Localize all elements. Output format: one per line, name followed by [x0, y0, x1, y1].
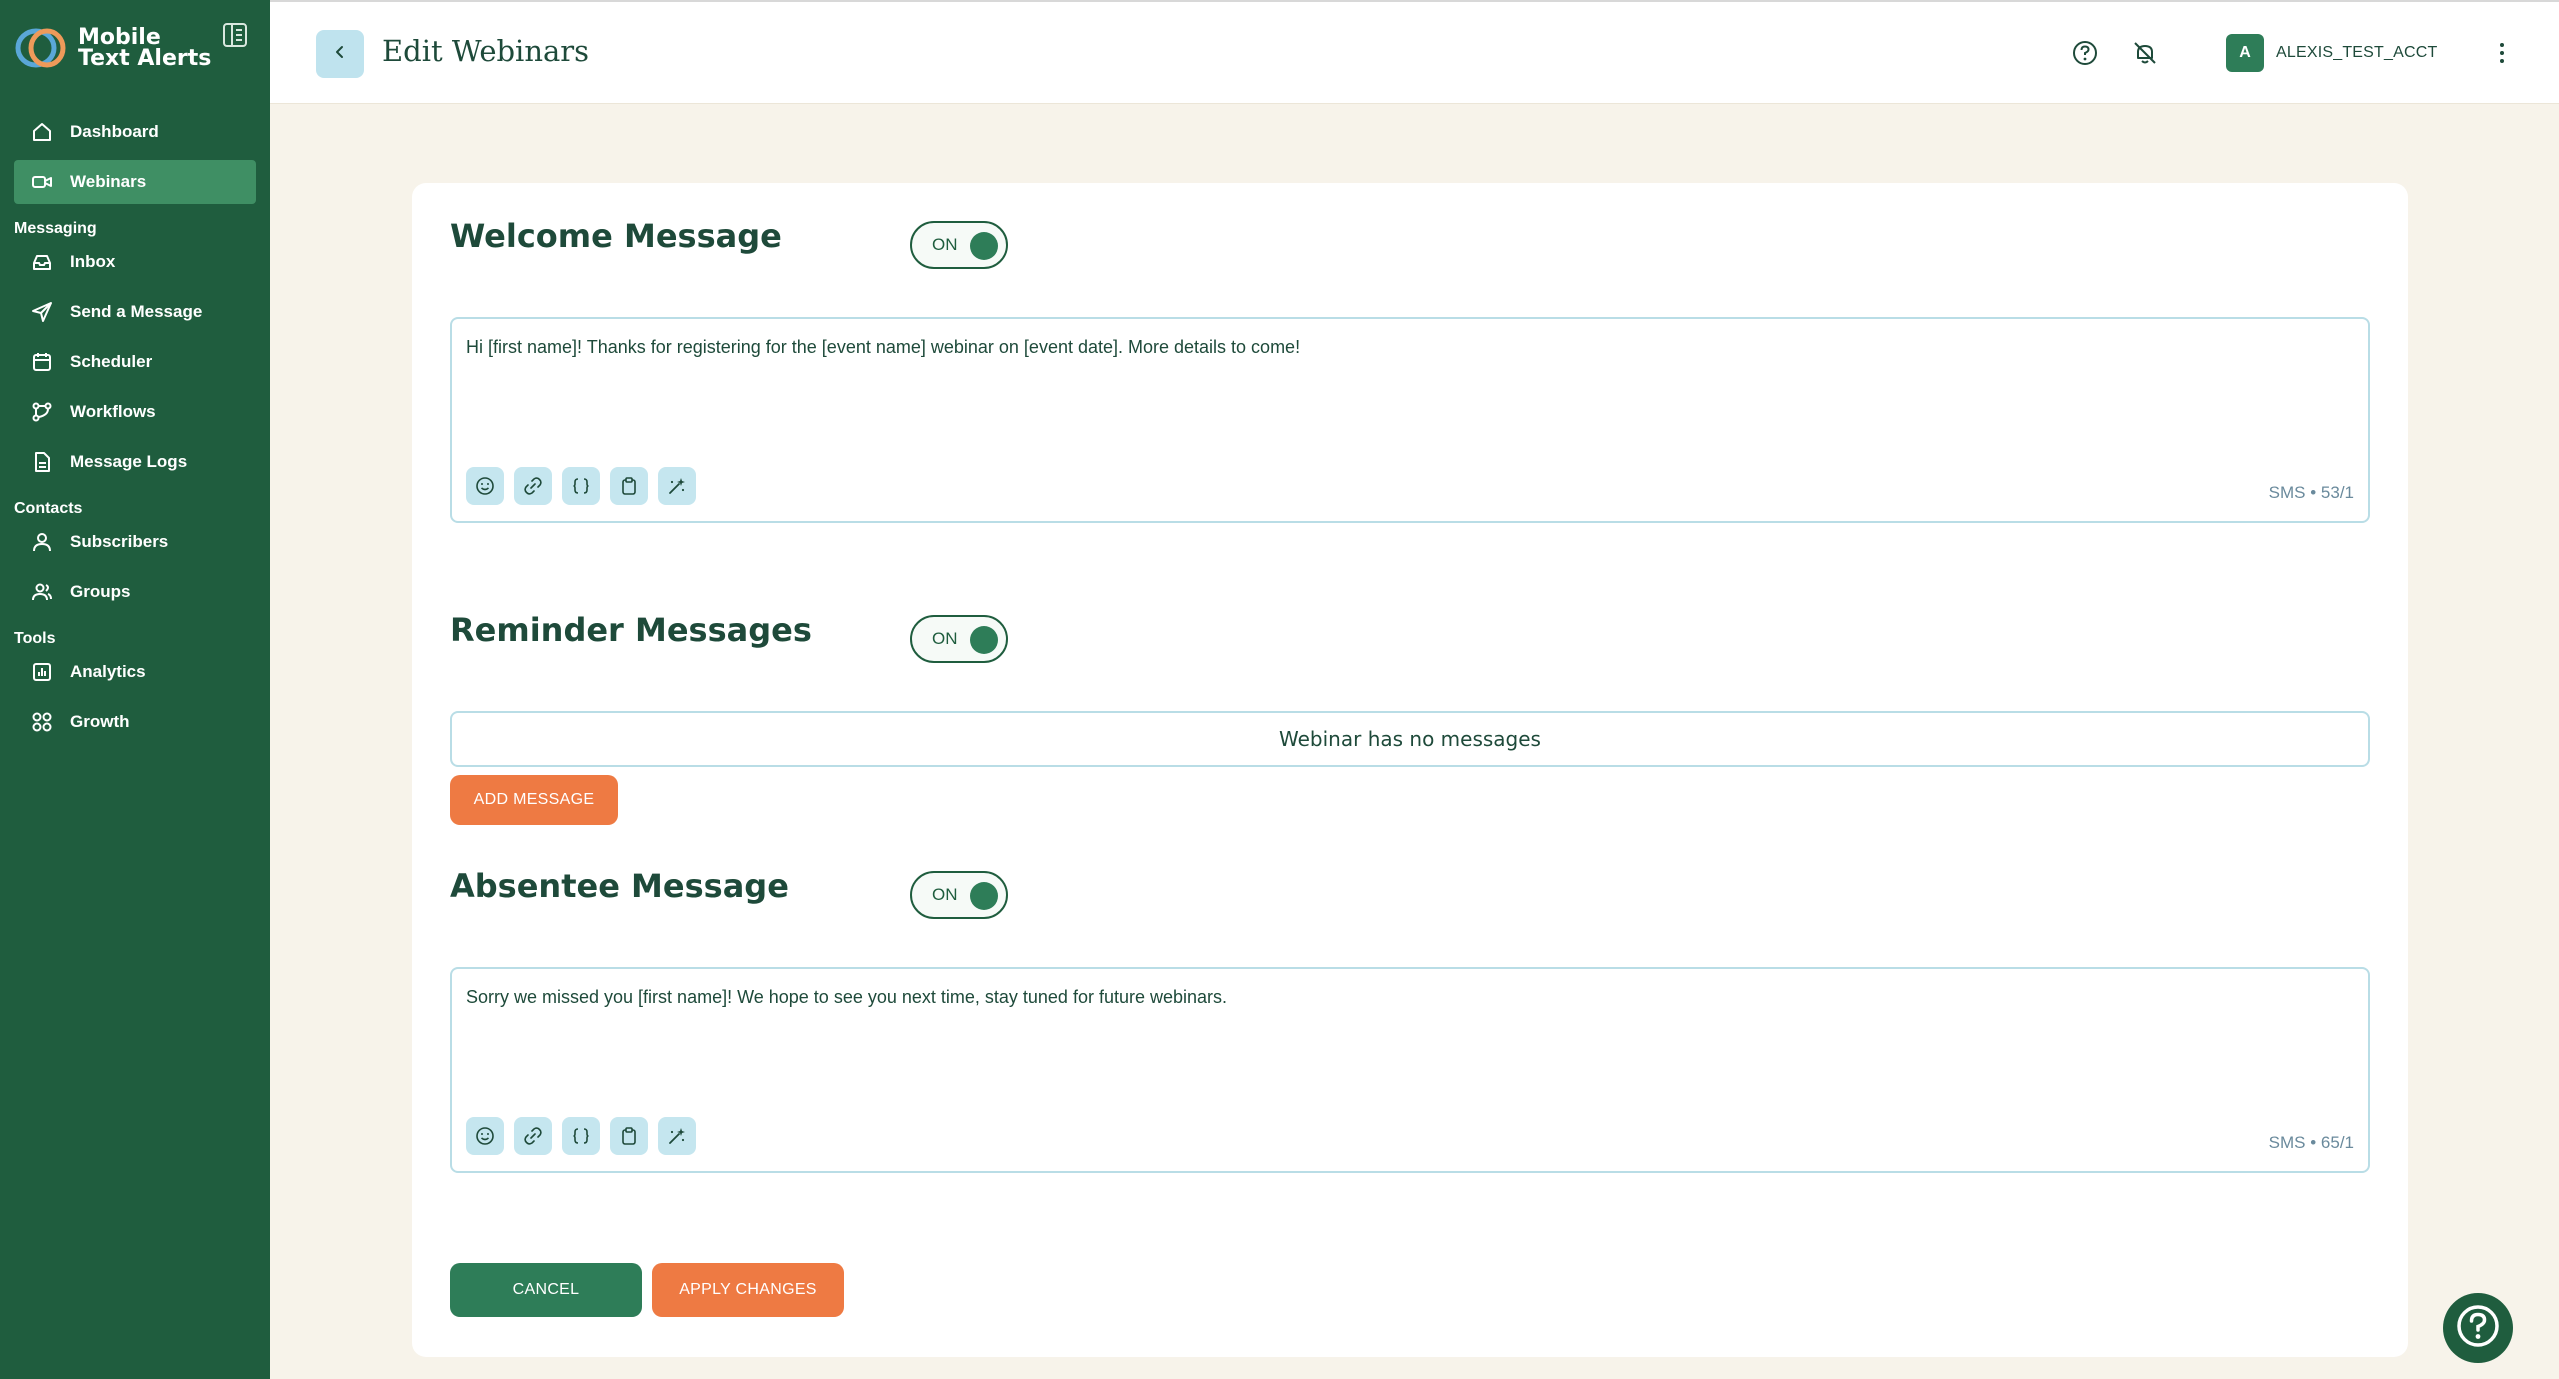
sidebar-item-message-logs[interactable]: Message Logs [14, 440, 256, 484]
video-camera-icon [30, 170, 54, 194]
sidebar-item-label: Growth [70, 712, 130, 731]
welcome-toolbar [466, 467, 696, 505]
sidebar-item-label: Send a Message [70, 302, 203, 321]
workflow-icon [30, 400, 54, 424]
add-message-button[interactable]: ADD MESSAGE [450, 775, 618, 825]
braces-icon[interactable] [562, 467, 600, 505]
back-button[interactable] [316, 30, 364, 78]
sidebar-item-growth[interactable]: Growth [14, 700, 256, 744]
reminder-title: Reminder Messages [450, 611, 812, 649]
nav-section-tools: Tools [14, 630, 56, 647]
sidebar-item-label: Inbox [70, 252, 116, 271]
absentee-toggle[interactable]: ON [910, 871, 1008, 919]
sidebar-item-label: Subscribers [70, 532, 169, 551]
apply-changes-button[interactable]: APPLY CHANGES [652, 1263, 844, 1317]
clipboard-icon[interactable] [610, 467, 648, 505]
brand-logo-icon [14, 26, 70, 70]
sidebar-item-groups[interactable]: Groups [14, 570, 256, 614]
toggle-knob [970, 232, 998, 260]
toggle-knob [970, 626, 998, 654]
chevron-left-icon [332, 44, 348, 65]
sidebar: Mobile Text Alerts Dashboard Webinars Me… [0, 0, 270, 1379]
top-header: Edit Webinars A ALEXIS_TEST_ACCT [270, 0, 2559, 104]
sidebar-item-label: Dashboard [70, 122, 159, 141]
toggle-label: ON [932, 629, 958, 648]
emoji-icon[interactable] [466, 1117, 504, 1155]
brand[interactable]: Mobile Text Alerts [14, 26, 211, 70]
sidebar-item-subscribers[interactable]: Subscribers [14, 520, 256, 564]
absentee-sms-counter: SMS • 65/1 [2268, 1133, 2354, 1152]
more-menu-icon[interactable] [2492, 38, 2512, 68]
sidebar-item-webinars[interactable]: Webinars [14, 160, 256, 204]
toggle-label: ON [932, 885, 958, 904]
absentee-message-text[interactable]: Sorry we missed you [first name]! We hop… [466, 987, 1227, 1008]
send-icon [30, 300, 54, 324]
chart-icon [30, 660, 54, 684]
sidebar-item-label: Workflows [70, 402, 156, 421]
sidebar-item-label: Groups [70, 582, 131, 601]
braces-icon[interactable] [562, 1117, 600, 1155]
bell-off-icon[interactable] [2130, 38, 2160, 68]
link-icon[interactable] [514, 467, 552, 505]
reminder-empty-state: Webinar has no messages [450, 711, 2370, 767]
sidebar-item-inbox[interactable]: Inbox [14, 240, 256, 284]
question-icon [2454, 1302, 2502, 1355]
magic-wand-icon[interactable] [658, 1117, 696, 1155]
welcome-message-box[interactable]: Hi [first name]! Thanks for registering … [450, 317, 2370, 523]
sidebar-item-scheduler[interactable]: Scheduler [14, 340, 256, 384]
sidebar-item-send-message[interactable]: Send a Message [14, 290, 256, 334]
reminder-toggle[interactable]: ON [910, 615, 1008, 663]
welcome-title: Welcome Message [450, 217, 782, 255]
sidebar-nav: Dashboard Webinars Messaging Inbox Send … [0, 110, 270, 750]
sidebar-item-label: Scheduler [70, 352, 153, 371]
toggle-label: ON [932, 235, 958, 254]
absentee-toolbar [466, 1117, 696, 1155]
sidebar-item-dashboard[interactable]: Dashboard [14, 110, 256, 154]
edit-webinar-card: Welcome Message ON Hi [first name]! Than… [412, 183, 2408, 1357]
sidebar-item-label: Analytics [70, 662, 146, 681]
toggle-knob [970, 882, 998, 910]
absentee-message-box[interactable]: Sorry we missed you [first name]! We hop… [450, 967, 2370, 1173]
sidebar-item-workflows[interactable]: Workflows [14, 390, 256, 434]
link-icon[interactable] [514, 1117, 552, 1155]
home-icon [30, 120, 54, 144]
grid-icon [30, 710, 54, 734]
brand-name: Mobile Text Alerts [78, 25, 212, 71]
sidebar-collapse-icon[interactable] [222, 22, 250, 50]
nav-section-contacts: Contacts [14, 500, 83, 517]
sidebar-item-label: Webinars [70, 172, 147, 191]
welcome-sms-counter: SMS • 53/1 [2268, 483, 2354, 502]
absentee-title: Absentee Message [450, 867, 789, 905]
welcome-toggle[interactable]: ON [910, 221, 1008, 269]
sidebar-item-analytics[interactable]: Analytics [14, 650, 256, 694]
sidebar-item-label: Message Logs [70, 452, 188, 471]
clipboard-icon[interactable] [610, 1117, 648, 1155]
brand-line-2: Text Alerts [78, 46, 212, 71]
avatar[interactable]: A [2226, 34, 2264, 72]
cancel-button[interactable]: CANCEL [450, 1263, 642, 1317]
help-circle-icon[interactable] [2070, 38, 2100, 68]
users-icon [30, 580, 54, 604]
account-name[interactable]: ALEXIS_TEST_ACCT [2276, 44, 2437, 62]
nav-section-messaging: Messaging [14, 220, 97, 237]
magic-wand-icon[interactable] [658, 467, 696, 505]
help-chat-button[interactable] [2443, 1293, 2513, 1363]
inbox-icon [30, 250, 54, 274]
user-icon [30, 530, 54, 554]
emoji-icon[interactable] [466, 467, 504, 505]
calendar-icon [30, 350, 54, 374]
page-title: Edit Webinars [382, 34, 590, 68]
brand-line-1: Mobile [78, 25, 161, 50]
welcome-message-text[interactable]: Hi [first name]! Thanks for registering … [466, 337, 1300, 358]
document-icon [30, 450, 54, 474]
